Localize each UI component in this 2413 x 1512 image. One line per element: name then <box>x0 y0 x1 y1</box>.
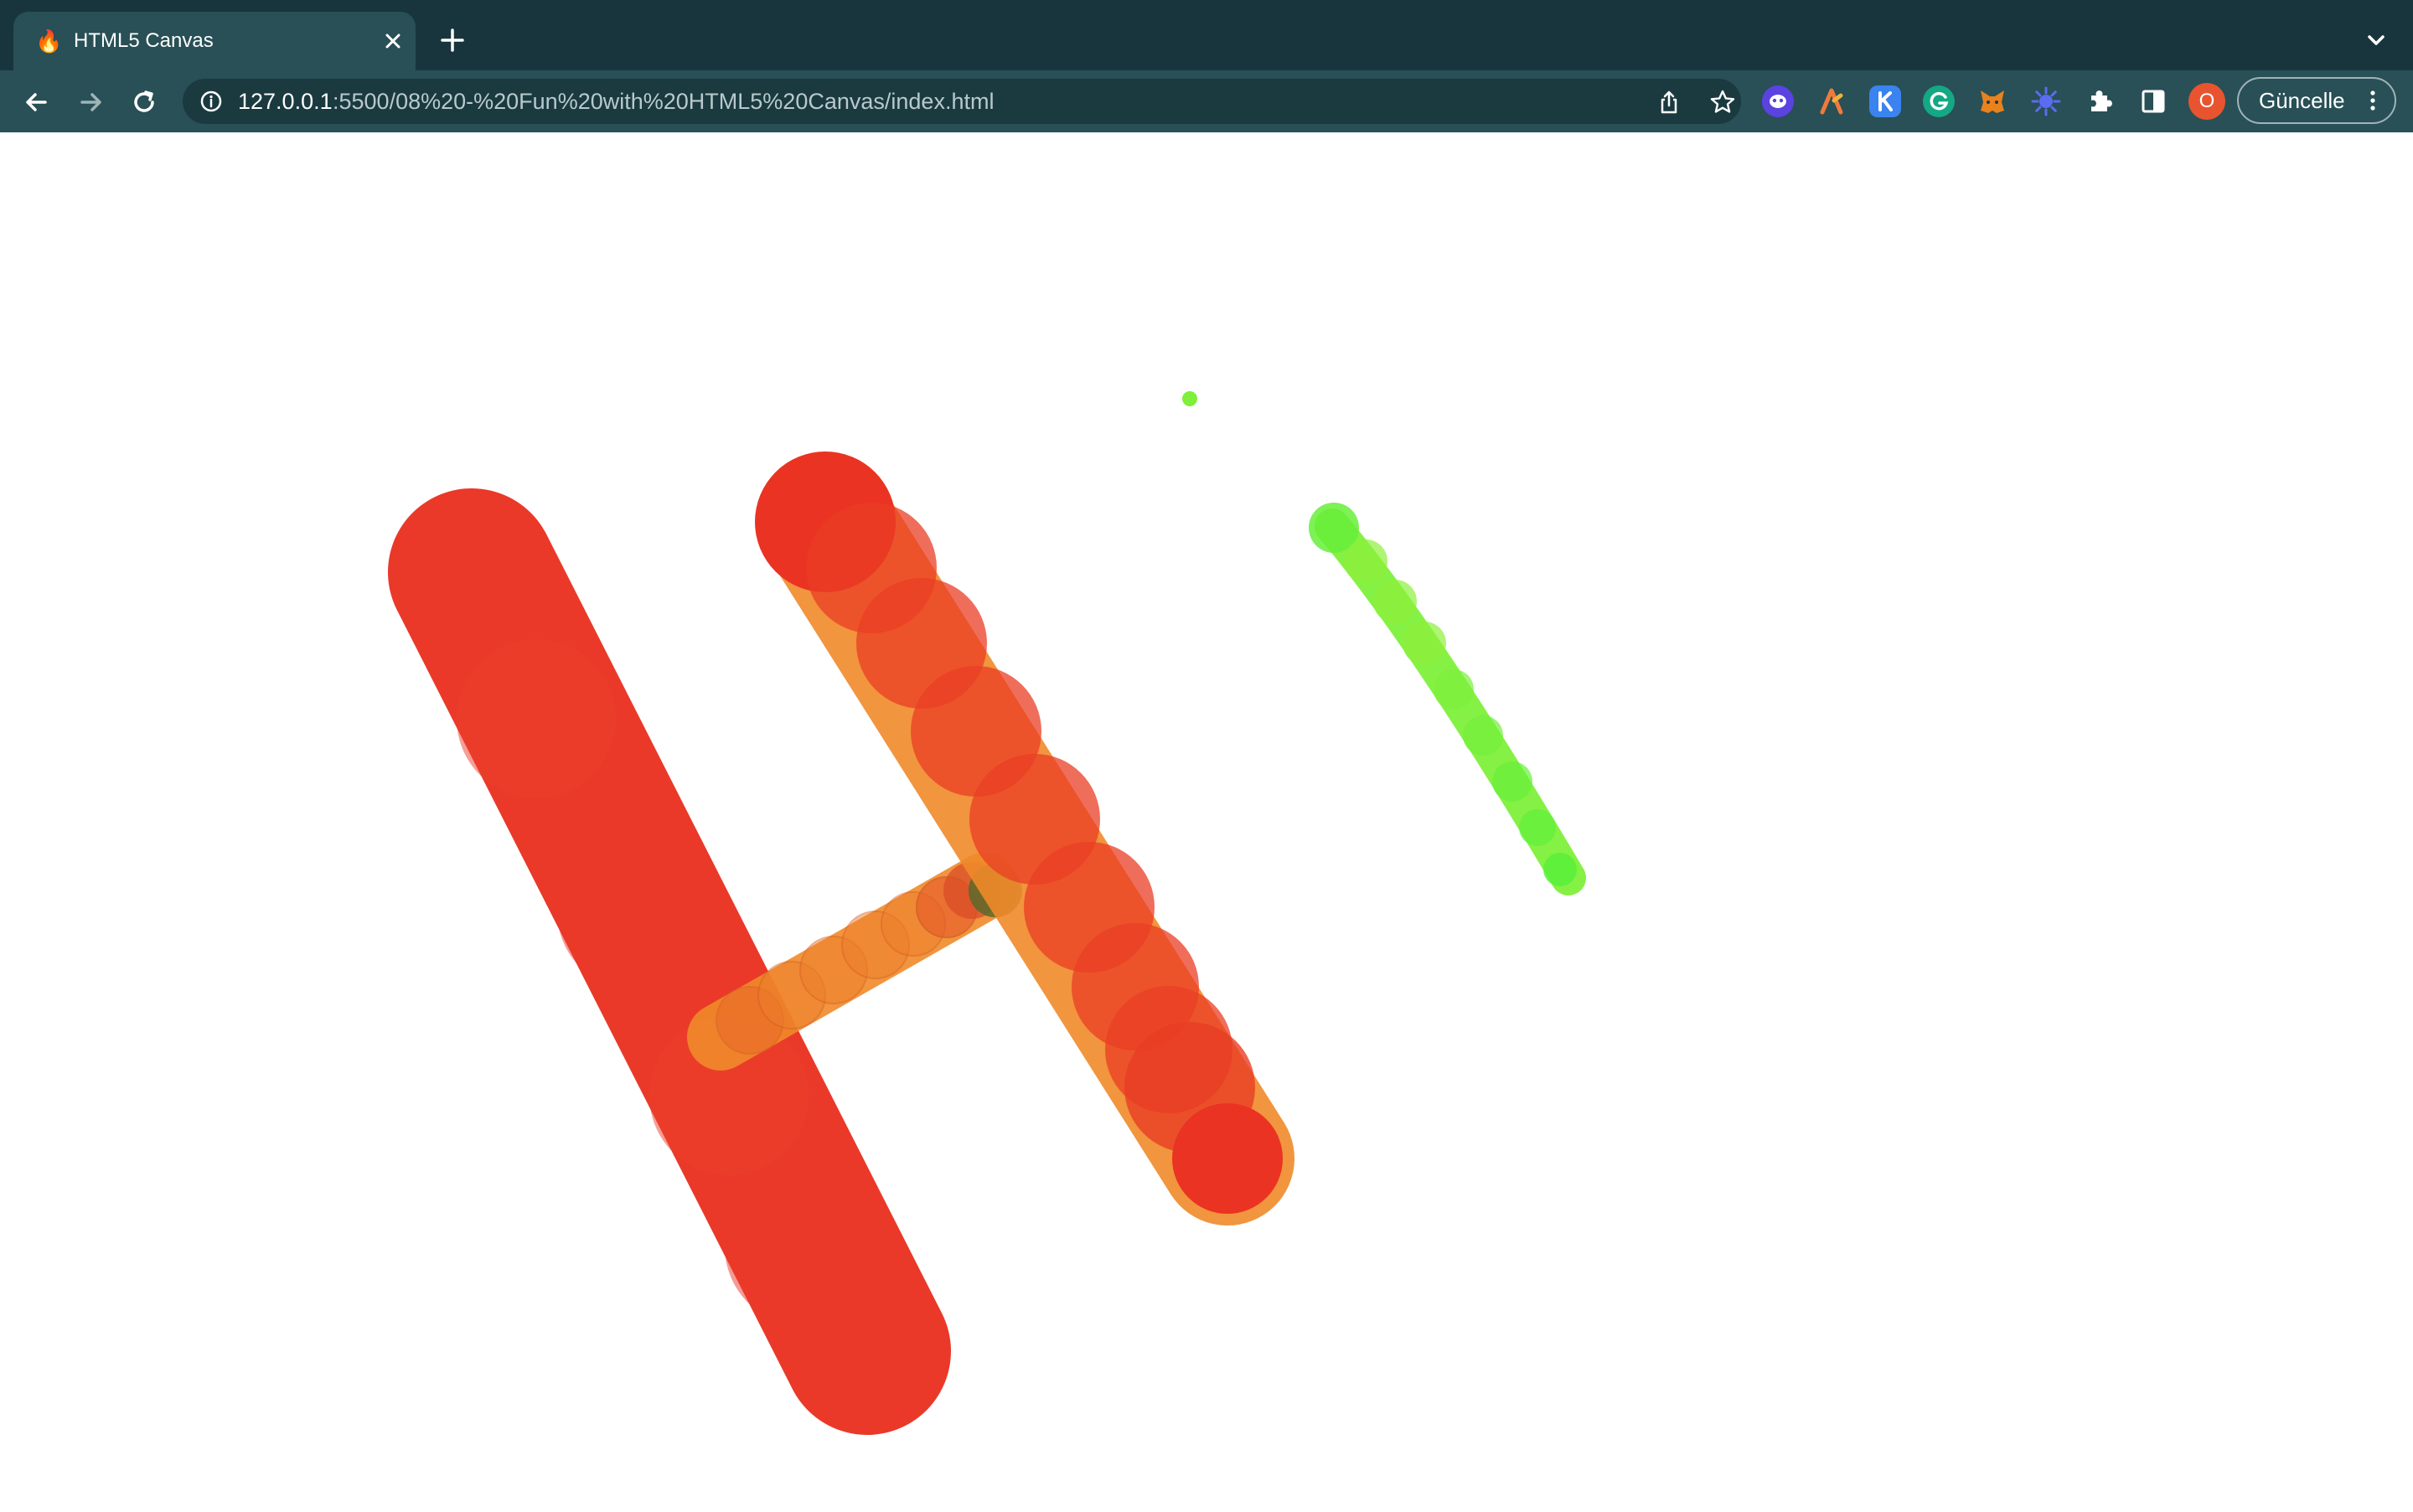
brush-stroke-right <box>755 452 1294 1226</box>
close-icon[interactable] <box>379 27 407 55</box>
chevron-down-icon[interactable] <box>2363 27 2390 54</box>
brush-stroke-crossbar <box>687 853 1022 1071</box>
update-button[interactable]: Güncelle <box>2237 77 2396 124</box>
drawing-canvas[interactable] <box>0 132 2413 1508</box>
tab-strip: 🔥 HTML5 Canvas <box>0 0 2413 70</box>
browser-window: 🔥 HTML5 Canvas 127.0.0.1:5500/08%20-%20… <box>0 0 2413 1508</box>
side-panel-icon[interactable] <box>2137 85 2169 117</box>
url-host: 127.0.0.1 <box>238 89 333 114</box>
extension-sparkle-icon[interactable] <box>2030 85 2062 117</box>
url-path: :5500/08%20-%20Fun%20with%20HTML5%20Canv… <box>333 89 995 114</box>
more-vertical-icon[interactable] <box>2364 87 2381 114</box>
brush-dot <box>1182 391 1197 406</box>
reload-button[interactable] <box>127 85 161 119</box>
profile-avatar[interactable]: O <box>2188 83 2225 120</box>
flame-icon: 🔥 <box>35 28 63 54</box>
puzzle-icon[interactable] <box>2084 85 2116 117</box>
metamask-fox-icon[interactable] <box>1976 85 2008 117</box>
canvas-drawing[interactable] <box>0 132 2413 1508</box>
new-tab-button[interactable] <box>437 25 468 55</box>
grammarly-icon[interactable] <box>1923 85 1955 117</box>
forward-button[interactable] <box>74 85 107 119</box>
share-icon[interactable] <box>1656 89 1682 116</box>
tab-html5-canvas[interactable]: 🔥 HTML5 Canvas <box>13 12 416 70</box>
extension-k-icon[interactable] <box>1869 85 1901 117</box>
address-bar[interactable]: 127.0.0.1 :5500/08%20-%20Fun%20with%20HT… <box>183 79 1741 124</box>
brush-stroke-green <box>1309 503 1586 895</box>
extension-a-icon[interactable] <box>1816 85 1847 117</box>
info-icon[interactable] <box>199 90 223 113</box>
update-label: Güncelle <box>2259 88 2345 113</box>
extension-ghost-icon[interactable] <box>1762 85 1794 117</box>
bookmark-star-icon[interactable] <box>1709 89 1736 116</box>
tab-title: HTML5 Canvas <box>74 29 214 52</box>
back-button[interactable] <box>20 85 54 119</box>
